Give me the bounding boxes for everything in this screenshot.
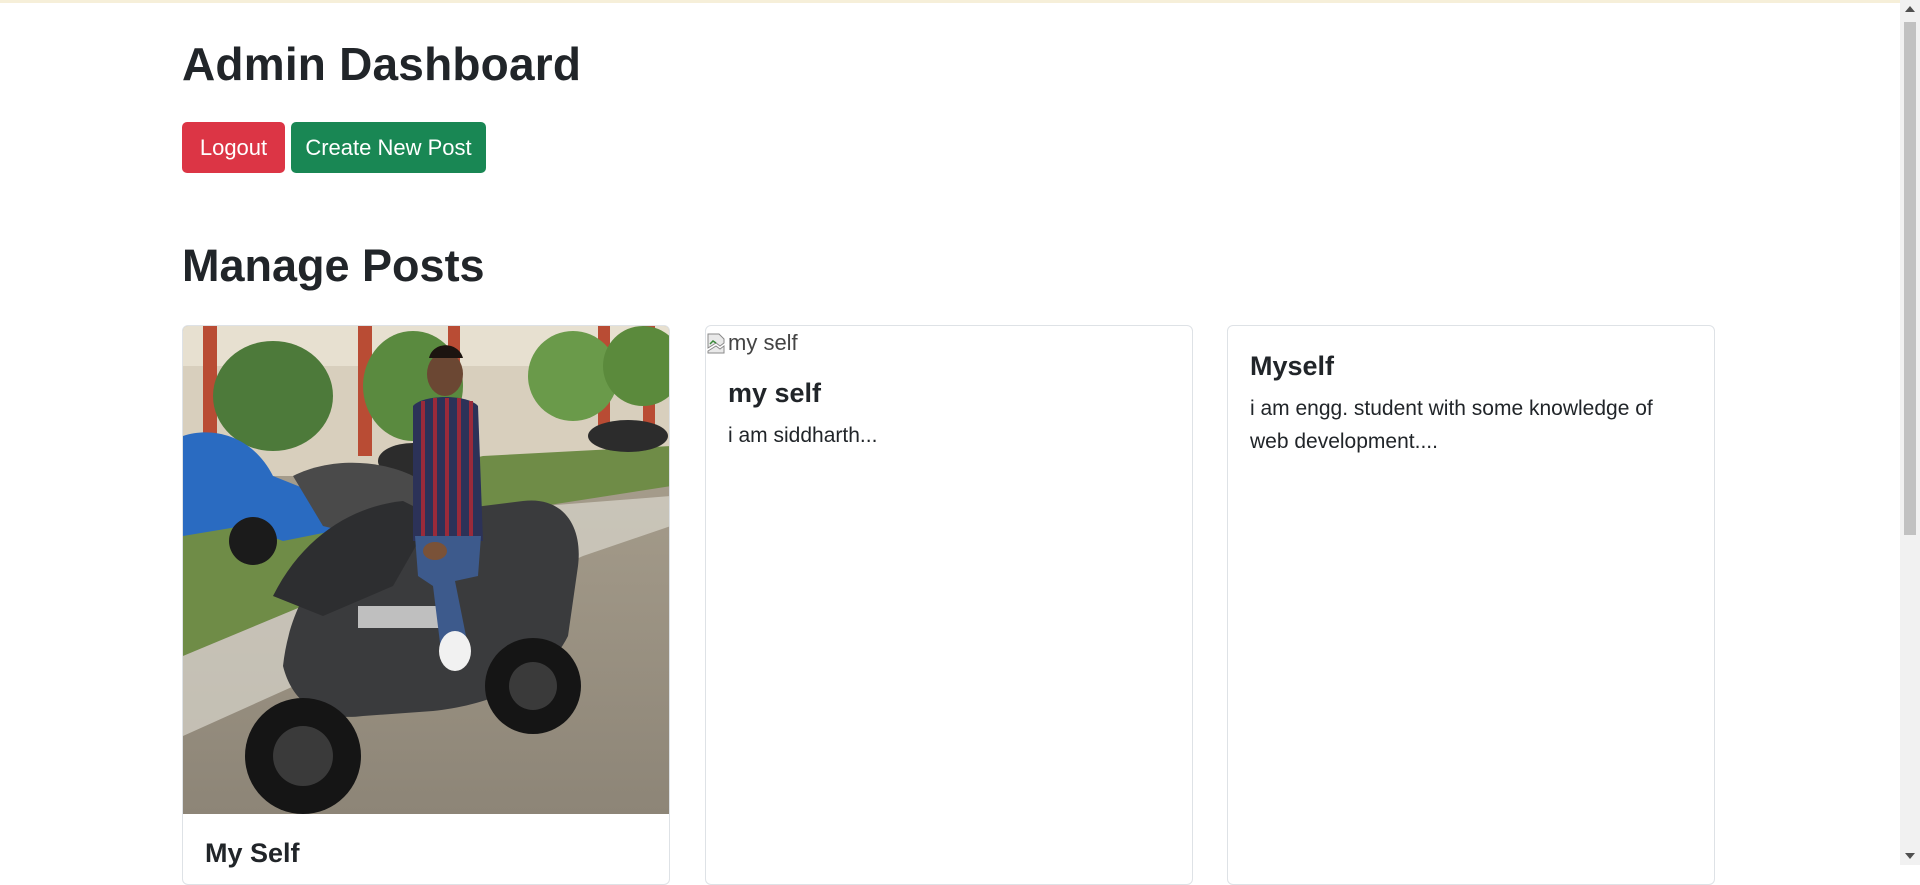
post-title: Myself <box>1250 351 1335 381</box>
post-image[interactable]: my self <box>706 326 1192 360</box>
post-text: i am engg. student with some knowledge o… <box>1250 397 1653 453</box>
card-body: my self i am siddharth... <box>706 360 1192 452</box>
vertical-scrollbar[interactable] <box>1900 0 1920 865</box>
post-photo-graphic <box>183 326 669 814</box>
post-card: Myself i am engg. student with some know… <box>1227 325 1715 885</box>
action-buttons: Logout Create New Post <box>182 122 486 173</box>
admin-dashboard-page: Admin Dashboard Logout Create New Post M… <box>182 0 1717 885</box>
post-card: My Self <box>182 325 670 885</box>
post-card: my self my self i am siddharth... <box>705 325 1193 885</box>
broken-image-icon <box>707 333 725 354</box>
page-title: Admin Dashboard <box>182 38 582 90</box>
post-image[interactable] <box>183 326 669 814</box>
section-title: Manage Posts <box>182 240 485 291</box>
logout-button[interactable]: Logout <box>182 122 285 173</box>
card-body: My Self <box>183 814 669 870</box>
post-title: my self <box>728 378 822 408</box>
create-new-post-button[interactable]: Create New Post <box>291 122 486 173</box>
post-text: i am siddharth... <box>728 424 878 447</box>
image-alt-text: my self <box>728 330 798 355</box>
card-body: Myself i am engg. student with some know… <box>1228 326 1714 458</box>
scroll-thumb[interactable] <box>1904 22 1916 535</box>
scroll-up-arrow-icon[interactable] <box>1905 6 1915 12</box>
scroll-down-arrow-icon[interactable] <box>1905 853 1915 859</box>
